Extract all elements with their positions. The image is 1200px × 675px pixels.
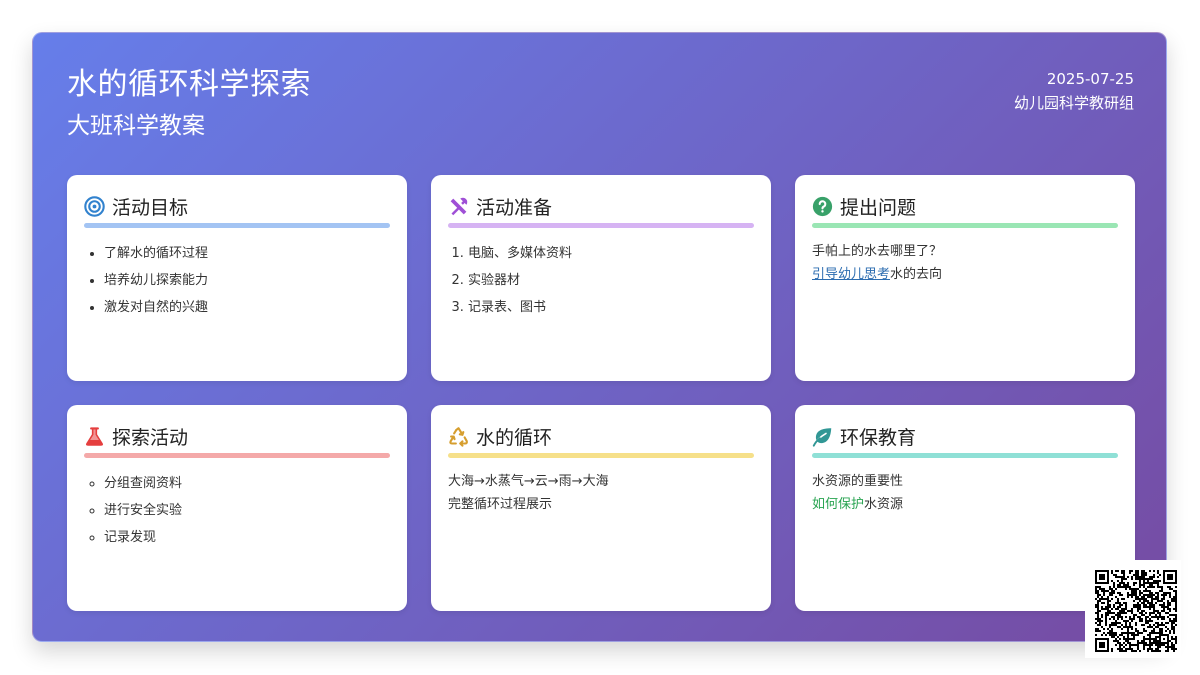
card-explore-bar [84,453,390,458]
question-icon [812,196,833,216]
card-goals: 活动目标 了解水的循环过程 培养幼儿探索能力 激发对自然的兴趣 [67,175,407,381]
cycle-text: 大海→水蒸气→云→雨→大海 完整循环过程展示 [448,470,754,516]
tools-icon [450,197,468,215]
eco-line: 水资源的重要性 [812,474,904,489]
qr-code[interactable] [1085,560,1181,658]
card-question-header: 提出问题 [812,193,1118,219]
card-grid: 活动目标 了解水的循环过程 培养幼儿探索能力 激发对自然的兴趣 活动准备 [67,175,1135,611]
eco-rest: 水资源 [864,497,904,512]
card-cycle-title: 水的循环 [476,426,553,449]
eco-text: 水资源的重要性 如何保护水资源 [812,470,1118,516]
list-item: 记录表、图书 [468,294,754,321]
prep-list: 电脑、多媒体资料 实验器材 记录表、图书 [448,240,754,321]
card-question: 提出问题 手帕上的水去哪里了？ 引导幼儿思考水的去向 [795,175,1135,381]
list-item: 了解水的循环过程 [104,240,390,267]
leaf-icon [812,427,832,447]
page-title: 水的循环科学探索 [67,67,311,102]
header-meta: 2025-07-25 幼儿园科学教研组 [1014,67,1134,115]
flask-icon [85,426,104,446]
question-text: 手帕上的水去哪里了？ 引导幼儿思考水的去向 [812,240,1118,286]
explore-list: 分组查阅资料 进行安全实验 记录发现 [84,470,390,551]
list-item: 分组查阅资料 [104,470,390,497]
list-item: 电脑、多媒体资料 [468,240,754,267]
cycle-line: 大海→水蒸气→云→雨→大海 [448,474,609,489]
card-prep: 活动准备 电脑、多媒体资料 实验器材 记录表、图书 [431,175,771,381]
card-prep-bar [448,223,754,228]
card-prep-title: 活动准备 [476,196,553,219]
card-prep-header: 活动准备 [448,193,754,219]
goals-list: 了解水的循环过程 培养幼儿探索能力 激发对自然的兴趣 [84,240,390,321]
recycle-icon [449,426,468,447]
cycle-desc: 完整循环过程展示 [448,497,553,512]
card-eco-bar [812,453,1118,458]
eco-protect-line: 如何保护水资源 [812,493,1118,516]
card-eco-header: 环保教育 [812,423,1118,449]
card-explore-title: 探索活动 [112,426,189,449]
card-cycle-header: 水的循环 [448,423,754,449]
list-item: 激发对自然的兴趣 [104,294,390,321]
list-item: 实验器材 [468,267,754,294]
card-goals-bar [84,223,390,228]
page-subtitle: 大班科学教案 [67,113,205,139]
card-eco: 环保教育 水资源的重要性 如何保护水资源 [795,405,1135,611]
question-line: 手帕上的水去哪里了？ [812,244,943,259]
list-item: 记录发现 [104,524,390,551]
target-icon [84,195,105,217]
card-question-title: 提出问题 [840,196,917,219]
card-eco-title: 环保教育 [840,426,917,449]
card-explore-header: 探索活动 [84,423,390,449]
card-goals-header: 活动目标 [84,193,390,219]
eco-highlight: 如何保护 [812,497,865,512]
card-question-bar [812,223,1118,228]
org-label: 幼儿园科学教研组 [1013,94,1134,112]
card-cycle: 水的循环 大海→水蒸气→云→雨→大海 完整循环过程展示 [431,405,771,611]
guide-rest: 水的去向 [890,267,943,282]
slide-frame: 水的循环科学探索 大班科学教案 2025-07-25 幼儿园科学教研组 活动目标… [32,32,1167,642]
card-goals-title: 活动目标 [112,196,189,219]
card-explore: 探索活动 分组查阅资料 进行安全实验 记录发现 [67,405,407,611]
date-label: 2025-07-25 [1046,70,1134,88]
list-item: 进行安全实验 [104,497,390,524]
list-item: 培养幼儿探索能力 [104,267,390,294]
qr-code-icon [1095,570,1177,652]
question-guide-line: 引导幼儿思考水的去向 [812,263,1118,286]
card-cycle-bar [448,453,754,458]
guide-link[interactable]: 引导幼儿思考 [812,267,890,282]
